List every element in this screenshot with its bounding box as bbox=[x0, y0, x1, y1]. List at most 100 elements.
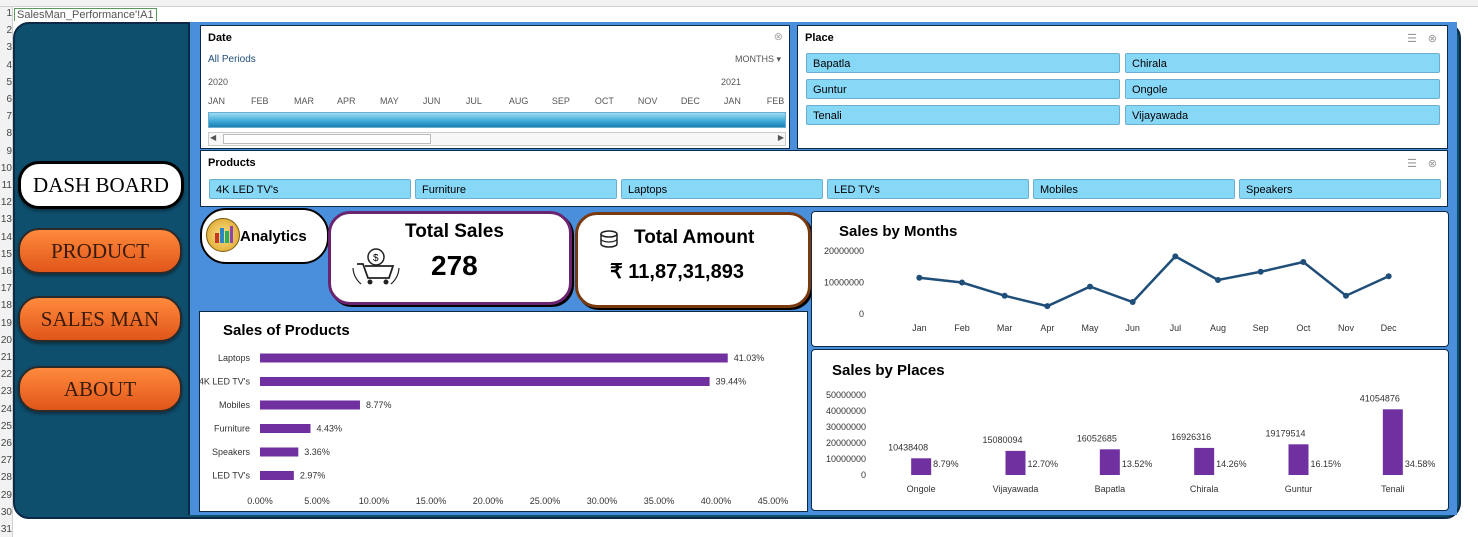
row-number[interactable]: 30 bbox=[0, 507, 12, 518]
nav-dashboard-button[interactable]: DASH BOARD bbox=[18, 161, 184, 209]
scrollbar-thumb[interactable] bbox=[223, 134, 431, 144]
row-number[interactable]: 6 bbox=[0, 94, 12, 105]
total-amount-value: ₹ 11,87,31,893 bbox=[610, 261, 744, 283]
month-label[interactable]: MAR bbox=[294, 96, 314, 106]
granularity-dropdown[interactable]: MONTHS ▾ bbox=[735, 54, 781, 65]
nav-salesman-button[interactable]: SALES MAN bbox=[18, 296, 182, 342]
total-amount-label: Total Amount bbox=[634, 227, 755, 248]
month-label[interactable]: JAN bbox=[208, 96, 225, 106]
timeline-scrollbar[interactable]: ◀ ▶ bbox=[208, 132, 786, 146]
row-number[interactable]: 15 bbox=[0, 249, 12, 260]
place-item[interactable]: Ongole bbox=[1125, 79, 1440, 99]
row-number[interactable]: 21 bbox=[0, 352, 12, 363]
clear-filter-icon[interactable]: ⊗ bbox=[1428, 157, 1437, 170]
data-point bbox=[916, 274, 923, 281]
row-number[interactable]: 16 bbox=[0, 266, 12, 277]
year-label: 2021 bbox=[721, 77, 742, 87]
data-label: 39.44% bbox=[716, 377, 747, 387]
x-tick-label: 15.00% bbox=[416, 496, 447, 506]
place-item[interactable]: Tenali bbox=[806, 105, 1120, 125]
multiselect-icon[interactable]: ☰ bbox=[1407, 32, 1417, 45]
bar bbox=[1382, 409, 1403, 475]
place-item[interactable]: Bapatla bbox=[806, 53, 1120, 73]
row-number[interactable]: 20 bbox=[0, 335, 12, 346]
product-item[interactable]: Speakers bbox=[1239, 179, 1441, 199]
total-sales-card: Total Sales 278 $ bbox=[328, 211, 572, 305]
row-number[interactable]: 12 bbox=[0, 197, 12, 208]
nav-product-button[interactable]: PRODUCT bbox=[18, 228, 182, 274]
month-label[interactable]: SEP bbox=[552, 96, 570, 106]
nav-about-button[interactable]: ABOUT bbox=[18, 366, 182, 412]
x-tick-label: Jul bbox=[1170, 323, 1182, 333]
row-number[interactable]: 13 bbox=[0, 214, 12, 225]
row-number[interactable]: 17 bbox=[0, 283, 12, 294]
row-number[interactable]: 4 bbox=[0, 60, 12, 71]
row-number[interactable]: 28 bbox=[0, 472, 12, 483]
y-tick-label: 10000000 bbox=[824, 278, 864, 288]
product-item[interactable]: 4K LED TV's bbox=[209, 179, 411, 199]
place-item[interactable]: Guntur bbox=[806, 79, 1120, 99]
percent-label: 12.70% bbox=[1028, 459, 1059, 469]
row-number[interactable]: 27 bbox=[0, 455, 12, 466]
category-label: Furniture bbox=[214, 424, 250, 434]
value-label: 16052685 bbox=[1077, 433, 1117, 443]
month-label[interactable]: APR bbox=[337, 96, 356, 106]
month-label[interactable]: DEC bbox=[681, 96, 700, 106]
analytics-card[interactable]: Analytics bbox=[200, 208, 329, 264]
total-sales-value: 278 bbox=[431, 250, 478, 281]
place-item[interactable]: Vijayawada bbox=[1125, 105, 1440, 125]
product-item[interactable]: Furniture bbox=[415, 179, 617, 199]
product-item[interactable]: LED TV's bbox=[827, 179, 1029, 199]
row-number[interactable]: 29 bbox=[0, 490, 12, 501]
row-number[interactable]: 2 bbox=[0, 25, 12, 36]
row-number[interactable]: 23 bbox=[0, 386, 12, 397]
clear-filter-icon[interactable]: ⊗ bbox=[774, 30, 783, 43]
data-point bbox=[1001, 292, 1008, 299]
row-number[interactable]: 31 bbox=[0, 524, 12, 535]
row-number[interactable]: 26 bbox=[0, 438, 12, 449]
chevron-down-icon: ▾ bbox=[776, 54, 781, 64]
product-item[interactable]: Laptops bbox=[621, 179, 823, 199]
data-point bbox=[1257, 268, 1264, 275]
total-amount-card: Total Amount ₹ 11,87,31,893 bbox=[575, 212, 811, 308]
multiselect-icon[interactable]: ☰ bbox=[1407, 157, 1417, 170]
place-item[interactable]: Chirala bbox=[1125, 53, 1440, 73]
row-number[interactable]: 22 bbox=[0, 369, 12, 380]
row-number[interactable]: 10 bbox=[0, 163, 12, 174]
product-item[interactable]: Mobiles bbox=[1033, 179, 1235, 199]
month-label[interactable]: NOV bbox=[638, 96, 658, 106]
row-number[interactable]: 5 bbox=[0, 77, 12, 88]
series-line bbox=[919, 254, 1390, 308]
row-number[interactable]: 25 bbox=[0, 421, 12, 432]
row-number[interactable]: 1 bbox=[0, 8, 12, 19]
month-label[interactable]: FEB bbox=[251, 96, 269, 106]
row-number[interactable]: 19 bbox=[0, 318, 12, 329]
month-label[interactable]: FEB bbox=[767, 96, 785, 106]
clear-filter-icon[interactable]: ⊗ bbox=[1428, 32, 1437, 45]
month-label[interactable]: JUN bbox=[423, 96, 441, 106]
month-label[interactable]: MAY bbox=[380, 96, 399, 106]
month-label[interactable]: OCT bbox=[595, 96, 614, 106]
scroll-right-icon[interactable]: ▶ bbox=[778, 133, 784, 142]
row-number[interactable]: 3 bbox=[0, 42, 12, 53]
row-number[interactable]: 8 bbox=[0, 128, 12, 139]
row-number[interactable]: 24 bbox=[0, 404, 12, 415]
bar bbox=[260, 447, 299, 457]
scroll-left-icon[interactable]: ◀ bbox=[210, 133, 216, 142]
category-label: Mobiles bbox=[219, 400, 251, 410]
month-label[interactable]: AUG bbox=[509, 96, 529, 106]
month-label[interactable]: JUL bbox=[466, 96, 482, 106]
data-label: 8.77% bbox=[366, 400, 392, 410]
row-number[interactable]: 7 bbox=[0, 111, 12, 122]
bar bbox=[260, 471, 294, 480]
month-label[interactable]: JAN bbox=[724, 96, 741, 106]
timeline-bar[interactable] bbox=[208, 112, 786, 128]
sheet-tab[interactable]: SalesMan_Performance'!A1 bbox=[14, 8, 157, 21]
date-timeline-panel: Date ⊗ All Periods MONTHS ▾ 2020 2021 JA… bbox=[200, 25, 790, 149]
row-number[interactable]: 14 bbox=[0, 232, 12, 243]
row-number[interactable]: 11 bbox=[0, 180, 12, 191]
row-number[interactable]: 18 bbox=[0, 300, 12, 311]
bar bbox=[911, 458, 932, 475]
bar bbox=[1288, 444, 1309, 475]
row-number[interactable]: 9 bbox=[0, 146, 12, 157]
